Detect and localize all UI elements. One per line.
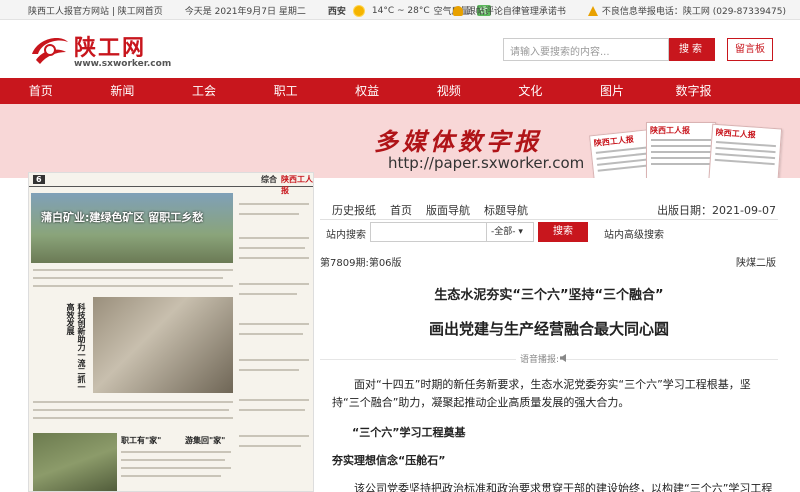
site-logo[interactable]: 陕工网 www.sxworker.com [30,28,180,74]
audio-label: 语音播报: [516,352,564,365]
story-photo[interactable] [31,193,233,263]
commitment-link[interactable]: 跟帖评论自律管理承诺书 [467,4,566,17]
top-info-bar: 陕西工人报官方网站 | 陕工网首页 今天是 2021年9月7日 星期二 西安 1… [0,0,800,20]
weather-city: 西安 [327,7,346,17]
article-paragraph: 面对“十四五”时期的新任务新要求，生态水泥党委夯实“三个六”学习工程根基，坚持“… [332,378,751,409]
section-heading-1: “三个六”学习工程奠基 [352,426,466,439]
article-panel: 历史报纸 首页 版面导航 标题导航 出版日期：2021-09-07 站内搜索 -… [320,198,778,492]
paper-masthead: 陕西工人报 [715,127,756,140]
main-nav: 首页 新闻 工会 职工 权益 视频 文化 图片 数字报 [0,78,800,104]
section-heading-2: 夯实理想信念“压舱石” [332,454,446,467]
site-search-scope-select[interactable]: -全部- ▾ [486,222,534,242]
sub-headline-2[interactable]: 游集回"家" [185,435,225,446]
advanced-search-link[interactable]: 站内高级搜索 [604,226,664,241]
vertical-headline[interactable]: 科技创新助力一流二抓一高效发展 [57,303,87,393]
issue-number: 第7809期:第06版 [320,258,402,269]
subnav-page-nav[interactable]: 版面导航 [426,202,470,218]
right-column-stories[interactable] [235,193,313,491]
nav-item-culture[interactable]: 文化 [490,78,572,104]
article-title-main: 生态水泥夯实“三个六”坚持“三个融合” [434,288,664,303]
site-links[interactable]: 陕西工人报官方网站 | 陕工网首页 [28,4,163,17]
site-search-bar: 站内搜索 -全部- ▾ 搜索 站内高级搜索 [320,222,778,244]
notice-icon [452,5,463,16]
issue-bar: 第7809期:第06版 陕煤二版 [320,254,778,270]
newspaper-stack-image: 陕西工人报 陕西工人报 陕西工人报 [589,118,783,178]
edition-name: 陕煤二版 [736,258,776,269]
subnav-home[interactable]: 首页 [390,202,412,218]
warning-icon [587,5,598,16]
logo-text: 陕工网 [74,35,147,61]
field-photo[interactable] [33,433,117,491]
site-search-scope-value: -全部- [491,227,516,237]
page-header-bar: 6 综合 陕西工人报 [29,173,313,195]
paper-masthead: 陕西工人报 [593,134,635,149]
digital-paper-banner: 多媒体数字报 http://paper.sxworker.com 陕西工人报 陕… [0,104,800,178]
subnav-title-nav[interactable]: 标题导航 [484,202,528,218]
audio-broadcast: 语音播报: [320,352,778,366]
nav-item-home[interactable]: 首页 [0,78,82,104]
site-search-button[interactable]: 搜索 [538,222,588,242]
banner-title: 多媒体数字报 [374,127,542,156]
page-section: 综合 [261,175,277,184]
site-header: 陕工网 www.sxworker.com 请输入要搜索的内容... 搜索 留言板 [0,20,800,78]
nav-item-video[interactable]: 视频 [408,78,490,104]
weather-temperature: 14°C ~ 28°C [371,5,430,16]
paper-subnav: 历史报纸 首页 版面导航 标题导航 出版日期：2021-09-07 [320,198,778,220]
logo-swoosh-icon [32,38,68,64]
report-hotline: 不良信息举报电话：陕工网 (029-87339475) [601,7,786,17]
top-info-left: 陕西工人报官方网站 | 陕工网首页 今天是 2021年9月7日 星期二 西安 1… [28,4,491,17]
publish-date: 出版日期：2021-09-07 [657,204,776,217]
guestbook-button[interactable]: 留言板 [727,38,773,61]
site-search-input[interactable] [370,222,502,242]
article-title-sub: 画出党建与生产经营融合最大同心圆 [428,320,669,338]
nav-item-union[interactable]: 工会 [163,78,245,104]
search-input[interactable]: 请输入要搜索的内容... [503,38,669,61]
logo-url: www.sxworker.com [74,59,172,69]
nav-item-rights[interactable]: 权益 [326,78,408,104]
paper-masthead: 陕西工人报 [650,126,690,135]
workers-photo[interactable] [93,297,233,393]
story-headline[interactable]: 蒲白矿业:建绿色矿区 留职工乡愁 [41,209,203,225]
search-button[interactable]: 搜索 [669,38,715,61]
article-paragraph-2: 该公司党委坚持把政治标准和政治要求贯穿干部的建设始终，以构建“三个六”学习工程强… [354,482,772,492]
page-number: 6 [33,175,45,184]
top-info-right: 跟帖评论自律管理承诺书 不良信息举报电话：陕工网 (029-87339475) [452,4,786,17]
nav-item-news[interactable]: 新闻 [82,78,164,104]
sun-icon [353,5,364,16]
chevron-down-icon: ▾ [518,227,523,237]
banner-url: http://paper.sxworker.com [388,154,585,172]
site-search-label: 站内搜索 [326,230,366,241]
today-date: 今天是 2021年9月7日 星期二 [184,7,306,17]
subnav-history[interactable]: 历史报纸 [332,202,376,218]
nav-item-photos[interactable]: 图片 [571,78,653,104]
sub-headline-1[interactable]: 职工有"家" [121,435,161,446]
nav-item-digital-paper[interactable]: 数字报 [653,78,735,104]
newspaper-page-preview[interactable]: 6 综合 陕西工人报 蒲白矿业:建绿色矿区 留职工乡愁 科技创新助力一流二抓一高… [28,172,314,492]
nav-item-workers[interactable]: 职工 [245,78,327,104]
